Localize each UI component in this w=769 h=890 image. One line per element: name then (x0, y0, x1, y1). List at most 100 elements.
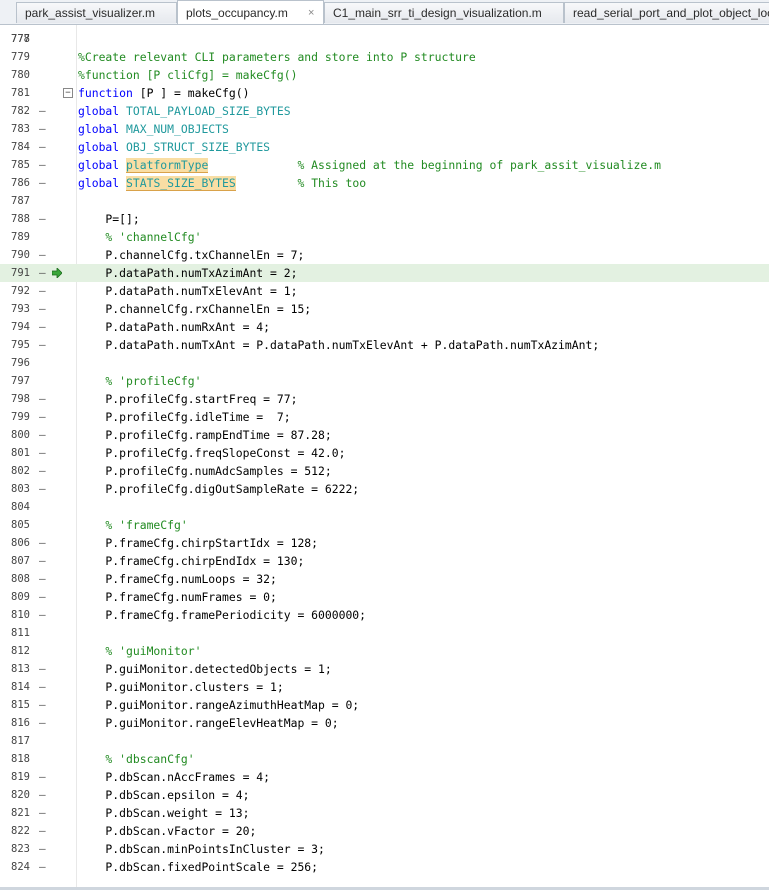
breakpoint-dash[interactable]: – (39, 804, 46, 822)
code-line[interactable]: 799– P.profileCfg.idleTime = 7; (0, 408, 769, 426)
tab-plots-occupancy[interactable]: plots_occupancy.m × (177, 0, 324, 24)
code-line[interactable]: 807– P.frameCfg.chirpEndIdx = 130; (0, 552, 769, 570)
tab-read-serial-port-and-plot[interactable]: read_serial_port_and_plot_object_loca (564, 2, 769, 23)
code-line[interactable]: 810– P.frameCfg.framePeriodicity = 60000… (0, 606, 769, 624)
code-line[interactable]: 781 − function [P ] = makeCfg() (0, 84, 769, 102)
code-line[interactable]: 819– P.dbScan.nAccFrames = 4; (0, 768, 769, 786)
breakpoint-dash[interactable]: – (39, 246, 46, 264)
code-line[interactable]: 808– P.frameCfg.numLoops = 32; (0, 570, 769, 588)
breakpoint-dash[interactable]: – (39, 156, 46, 174)
breakpoint-dash[interactable]: – (39, 120, 46, 138)
code-line[interactable]: 798– P.profileCfg.startFreq = 77; (0, 390, 769, 408)
breakpoint-dash[interactable]: – (39, 408, 46, 426)
breakpoint-dash[interactable]: – (39, 606, 46, 624)
code-line[interactable]: 787 (0, 192, 769, 210)
breakpoint-dash[interactable]: – (39, 444, 46, 462)
breakpoint-dash[interactable]: – (39, 840, 46, 858)
breakpoint-dash[interactable]: – (39, 822, 46, 840)
current-code-line[interactable]: 791– P.dataPath.numTxAzimAnt = 2; (0, 264, 769, 282)
code-line[interactable]: 795– P.dataPath.numTxAnt = P.dataPath.nu… (0, 336, 769, 354)
code-line[interactable]: 789 % 'channelCfg' (0, 228, 769, 246)
breakpoint-dash[interactable]: – (39, 858, 46, 876)
code-line[interactable]: 824– P.dbScan.fixedPointScale = 256; (0, 858, 769, 876)
line-number: 806 (11, 537, 30, 549)
code-line[interactable]: 822– P.dbScan.vFactor = 20; (0, 822, 769, 840)
code-line[interactable]: 782– global TOTAL_PAYLOAD_SIZE_BYTES (0, 102, 769, 120)
breakpoint-dash[interactable]: – (39, 570, 46, 588)
breakpoint-dash[interactable]: – (39, 588, 46, 606)
breakpoint-dash[interactable]: – (39, 264, 46, 282)
code-line[interactable]: 783– global MAX_NUM_OBJECTS (0, 120, 769, 138)
code-line[interactable]: 804 (0, 498, 769, 516)
code-line[interactable]: 780 %function [P cliCfg] = makeCfg() (0, 66, 769, 84)
code-line[interactable]: 796 (0, 354, 769, 372)
line-number: 796 (11, 357, 30, 369)
code-line[interactable]: 803– P.profileCfg.digOutSampleRate = 622… (0, 480, 769, 498)
code-text: P.guiMonitor.rangeElevHeatMap = 0; (78, 716, 339, 730)
code-line[interactable]: 802– P.profileCfg.numAdcSamples = 512; (0, 462, 769, 480)
code-line[interactable]: 809– P.frameCfg.numFrames = 0; (0, 588, 769, 606)
code-text: % 'dbscanCfg' (78, 752, 195, 766)
code-line[interactable]: 785– global platformType % Assigned at th… (0, 156, 769, 174)
breakpoint-dash[interactable]: – (39, 786, 46, 804)
breakpoint-dash[interactable]: – (39, 534, 46, 552)
close-tab-icon[interactable]: × (308, 7, 314, 19)
code-line[interactable]: 820– P.dbScan.epsilon = 4; (0, 786, 769, 804)
code-line[interactable]: 814– P.guiMonitor.clusters = 1; (0, 678, 769, 696)
code-line[interactable]: 813– P.guiMonitor.detectedObjects = 1; (0, 660, 769, 678)
code-line[interactable]: 806– P.frameCfg.chirpStartIdx = 128; (0, 534, 769, 552)
code-text: P.dbScan.nAccFrames = 4; (78, 770, 271, 784)
breakpoint-dash[interactable]: – (39, 552, 46, 570)
code-line[interactable]: 823– P.dbScan.minPointsInCluster = 3; (0, 840, 769, 858)
code-line[interactable]: 779 %Create relevant CLI parameters and s… (0, 48, 769, 66)
code-line[interactable]: 792– P.dataPath.numTxElevAnt = 1; (0, 282, 769, 300)
code-line[interactable]: 794– P.dataPath.numRxAnt = 4; (0, 318, 769, 336)
breakpoint-dash[interactable]: – (39, 174, 46, 192)
line-number: 818 (11, 753, 30, 765)
breakpoint-dash[interactable]: – (39, 210, 46, 228)
breakpoint-dash[interactable]: – (39, 138, 46, 156)
code-line[interactable]: 812 % 'guiMonitor' (0, 642, 769, 660)
breakpoint-dash[interactable]: – (39, 390, 46, 408)
breakpoint-dash[interactable]: – (39, 714, 46, 732)
code-line[interactable]: 811 (0, 624, 769, 642)
code-line[interactable]: 821– P.dbScan.weight = 13; (0, 804, 769, 822)
fold-collapse-icon[interactable]: − (63, 88, 73, 98)
code-line[interactable]: 790– P.channelCfg.txChannelEn = 7; (0, 246, 769, 264)
code-editor[interactable]: 777 825 778779%Create relevant CLI param… (0, 25, 769, 890)
tab-c1-main-srr-ti-design-visualization[interactable]: C1_main_srr_ti_design_visualization.m (324, 2, 564, 23)
line-number: 816 (11, 717, 30, 729)
code-line[interactable]: 784– global OBJ_STRUCT_SIZE_BYTES (0, 138, 769, 156)
tab-park-assist-visualizer[interactable]: park_assist_visualizer.m (16, 2, 177, 23)
code-line[interactable]: 778 (0, 30, 769, 48)
breakpoint-dash[interactable]: – (39, 480, 46, 498)
breakpoint-dash[interactable]: – (39, 678, 46, 696)
code-line[interactable]: 797 % 'profileCfg' (0, 372, 769, 390)
code-line[interactable]: 817 (0, 732, 769, 750)
code-text: P.channelCfg.txChannelEn = 7; (78, 248, 305, 262)
breakpoint-dash[interactable]: – (39, 660, 46, 678)
code-text: P.guiMonitor.clusters = 1; (78, 680, 284, 694)
code-line[interactable]: 793– P.channelCfg.rxChannelEn = 15; (0, 300, 769, 318)
breakpoint-dash[interactable]: – (39, 696, 46, 714)
code-line[interactable]: 816– P.guiMonitor.rangeElevHeatMap = 0; (0, 714, 769, 732)
code-line[interactable]: 801– P.profileCfg.freqSlopeConst = 42.0; (0, 444, 769, 462)
code-line[interactable]: 788– P=[]; (0, 210, 769, 228)
code-line[interactable]: 786– global STATS_SIZE_BYTES % This too (0, 174, 769, 192)
breakpoint-dash[interactable]: – (39, 318, 46, 336)
inline-comment: % This too (297, 176, 367, 190)
breakpoint-dash[interactable]: – (39, 768, 46, 786)
code-line[interactable]: 815– P.guiMonitor.rangeAzimuthHeatMap = … (0, 696, 769, 714)
code-line[interactable]: 818 % 'dbscanCfg' (0, 750, 769, 768)
breakpoint-dash[interactable]: – (39, 426, 46, 444)
breakpoint-dash[interactable]: – (39, 102, 46, 120)
code-line[interactable]: 800– P.profileCfg.rampEndTime = 87.28; (0, 426, 769, 444)
code-line[interactable]: 805 % 'frameCfg' (0, 516, 769, 534)
line-number: 779 (11, 51, 30, 63)
breakpoint-dash[interactable]: – (39, 462, 46, 480)
breakpoint-dash[interactable]: – (39, 300, 46, 318)
breakpoint-dash[interactable]: – (39, 336, 46, 354)
breakpoint-dash[interactable]: – (39, 282, 46, 300)
keyword: global (78, 158, 120, 172)
line-number: 803 (11, 483, 30, 495)
